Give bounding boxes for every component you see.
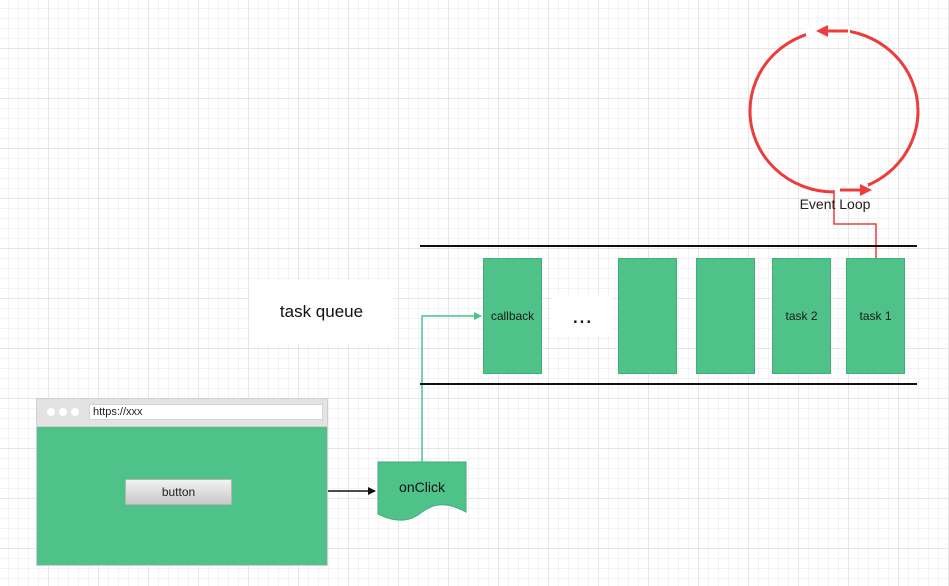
browser-toolbar: https://xxx	[37, 399, 327, 427]
page-button[interactable]: button	[125, 479, 232, 505]
queue-bottom-border	[420, 383, 917, 385]
event-loop-circle	[748, 28, 920, 194]
queue-ellipsis: ...	[552, 296, 612, 336]
onclick-label: onClick	[399, 479, 445, 495]
queue-slot-empty-1	[618, 258, 677, 374]
event-loop-label: Event Loop	[799, 196, 871, 212]
queue-slot-empty-2	[696, 258, 755, 374]
address-bar[interactable]: https://xxx	[89, 404, 323, 420]
queue-slot-task-1: task 1	[846, 258, 905, 374]
window-dot-icon	[59, 408, 67, 416]
task-queue-label: task queue	[250, 280, 393, 344]
queue-slot-task-2: task 2	[772, 258, 831, 374]
browser-window: https://xxx button	[36, 398, 328, 566]
onclick-to-callback-arrow	[421, 312, 482, 462]
window-dot-icon	[71, 408, 79, 416]
window-dot-icon	[47, 408, 55, 416]
queue-slot-callback: callback	[483, 258, 542, 374]
queue-top-border	[420, 245, 917, 247]
